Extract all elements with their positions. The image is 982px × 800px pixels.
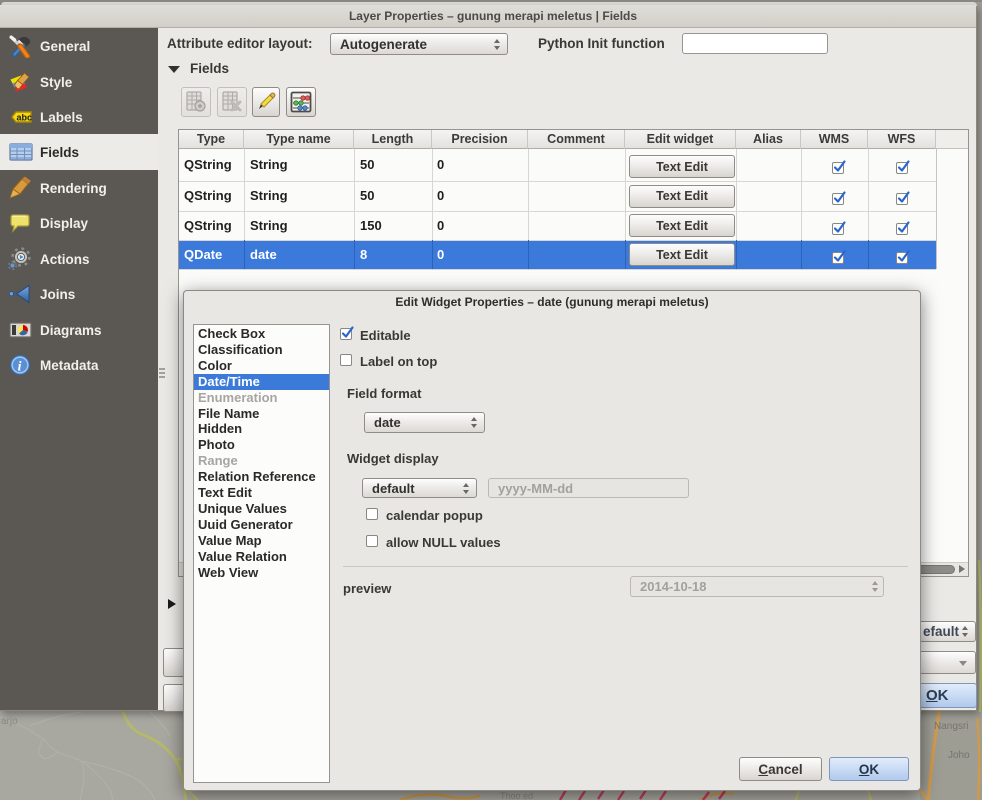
svg-text:Joho: Joho [948,750,970,761]
svg-text:Nangsri: Nangsri [934,721,968,732]
svg-text:abc: abc [17,113,33,123]
svg-text:Thoo ed: Thoo ed [500,791,533,800]
svg-text:arjo: arjo [1,716,18,727]
svg-text:i: i [18,360,22,375]
